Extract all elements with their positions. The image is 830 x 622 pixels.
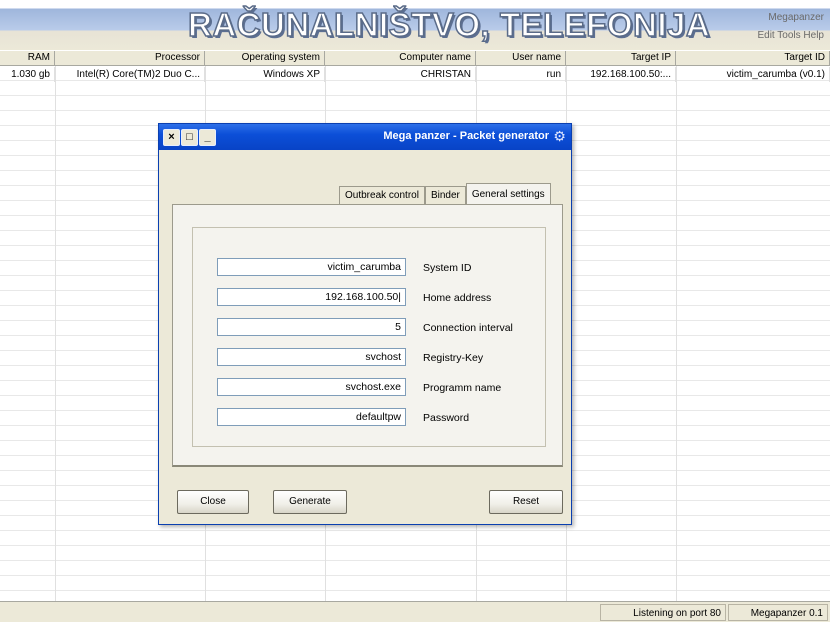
password-label: Password xyxy=(423,412,470,424)
column-header-ram[interactable]: RAM xyxy=(0,51,55,66)
tab-outbreak-control[interactable]: Outbreak control xyxy=(339,186,425,205)
cell-operating-system: Windows XP xyxy=(205,67,325,82)
app-title-mini: Megapanzer xyxy=(768,12,824,23)
top-banner: RAČUNALNIŠTVO, TELEFONIJA Megapanzer Edi… xyxy=(0,0,830,50)
home-address-label: Home address xyxy=(423,292,492,304)
password-field[interactable] xyxy=(217,408,406,426)
status-app-version: Megapanzer 0.1 xyxy=(728,604,828,621)
program-name-label: Programm name xyxy=(423,382,502,394)
close-window-button[interactable]: × xyxy=(163,129,180,146)
cell-processor: Intel(R) Core(TM)2 Duo C... xyxy=(55,67,205,82)
home-address-field[interactable] xyxy=(217,288,406,306)
system-id-row: System ID xyxy=(193,258,547,278)
connection-interval-row: Connection interval xyxy=(193,318,547,338)
general-settings-panel: System ID Home address Connection interv… xyxy=(172,204,563,467)
connection-interval-field[interactable] xyxy=(217,318,406,336)
column-header-user-name[interactable]: User name xyxy=(476,51,566,66)
registry-key-field[interactable] xyxy=(217,348,406,366)
column-header-target-id[interactable]: Target ID xyxy=(676,51,830,66)
status-bar: Listening on port 80 Megapanzer 0.1 xyxy=(0,601,830,622)
home-address-row: Home address xyxy=(193,288,547,308)
system-id-field[interactable] xyxy=(217,258,406,276)
minimize-window-button[interactable]: _ xyxy=(199,129,216,146)
reset-button[interactable]: Reset xyxy=(489,490,563,514)
column-header-operating-system[interactable]: Operating system xyxy=(205,51,325,66)
cell-ram: 1.030 gb xyxy=(0,67,55,82)
dialog-title: Mega panzer - Packet generator xyxy=(383,130,549,142)
grid-divider xyxy=(676,66,677,601)
tab-binder[interactable]: Binder xyxy=(424,186,466,205)
banner-title: RAČUNALNIŠTVO, TELEFONIJA xyxy=(187,5,711,44)
column-header-processor[interactable]: Processor xyxy=(55,51,205,66)
tab-strip: General settings Binder Outbreak control xyxy=(339,183,551,206)
column-header-target-ip[interactable]: Target IP xyxy=(566,51,676,66)
grid-header: RAM Processor Operating system Computer … xyxy=(0,51,830,66)
settings-group: System ID Home address Connection interv… xyxy=(192,227,546,447)
system-id-label: System ID xyxy=(423,262,472,274)
password-row: Password xyxy=(193,408,547,428)
menu-mini: Edit Tools Help xyxy=(757,30,824,41)
cell-user-name: run xyxy=(476,67,566,82)
generate-button[interactable]: Generate xyxy=(273,490,347,514)
dialog-titlebar[interactable]: × □ _ Mega panzer - Packet generator ⚙ xyxy=(159,124,571,150)
close-button[interactable]: Close xyxy=(177,490,249,514)
program-name-row: Programm name xyxy=(193,378,547,398)
table-row[interactable]: 1.030 gb Intel(R) Core(TM)2 Duo C... Win… xyxy=(0,67,830,82)
program-name-field[interactable] xyxy=(217,378,406,396)
tab-general-settings[interactable]: General settings xyxy=(465,183,551,205)
packet-generator-dialog: × □ _ Mega panzer - Packet generator ⚙ G… xyxy=(158,123,572,525)
gear-icon: ⚙ xyxy=(553,128,566,144)
maximize-window-button[interactable]: □ xyxy=(181,129,198,146)
column-header-computer-name[interactable]: Computer name xyxy=(325,51,476,66)
status-message: Listening on port 80 xyxy=(600,604,726,621)
grid-divider xyxy=(55,66,56,601)
registry-key-label: Registry-Key xyxy=(423,352,484,364)
registry-key-row: Registry-Key xyxy=(193,348,547,368)
cell-target-ip: 192.168.100.50:... xyxy=(566,67,676,82)
connection-interval-label: Connection interval xyxy=(423,322,513,334)
cell-computer-name: CHRISTAN xyxy=(325,67,476,82)
cell-target-id: victim_carumba (v0.1) xyxy=(676,67,830,82)
